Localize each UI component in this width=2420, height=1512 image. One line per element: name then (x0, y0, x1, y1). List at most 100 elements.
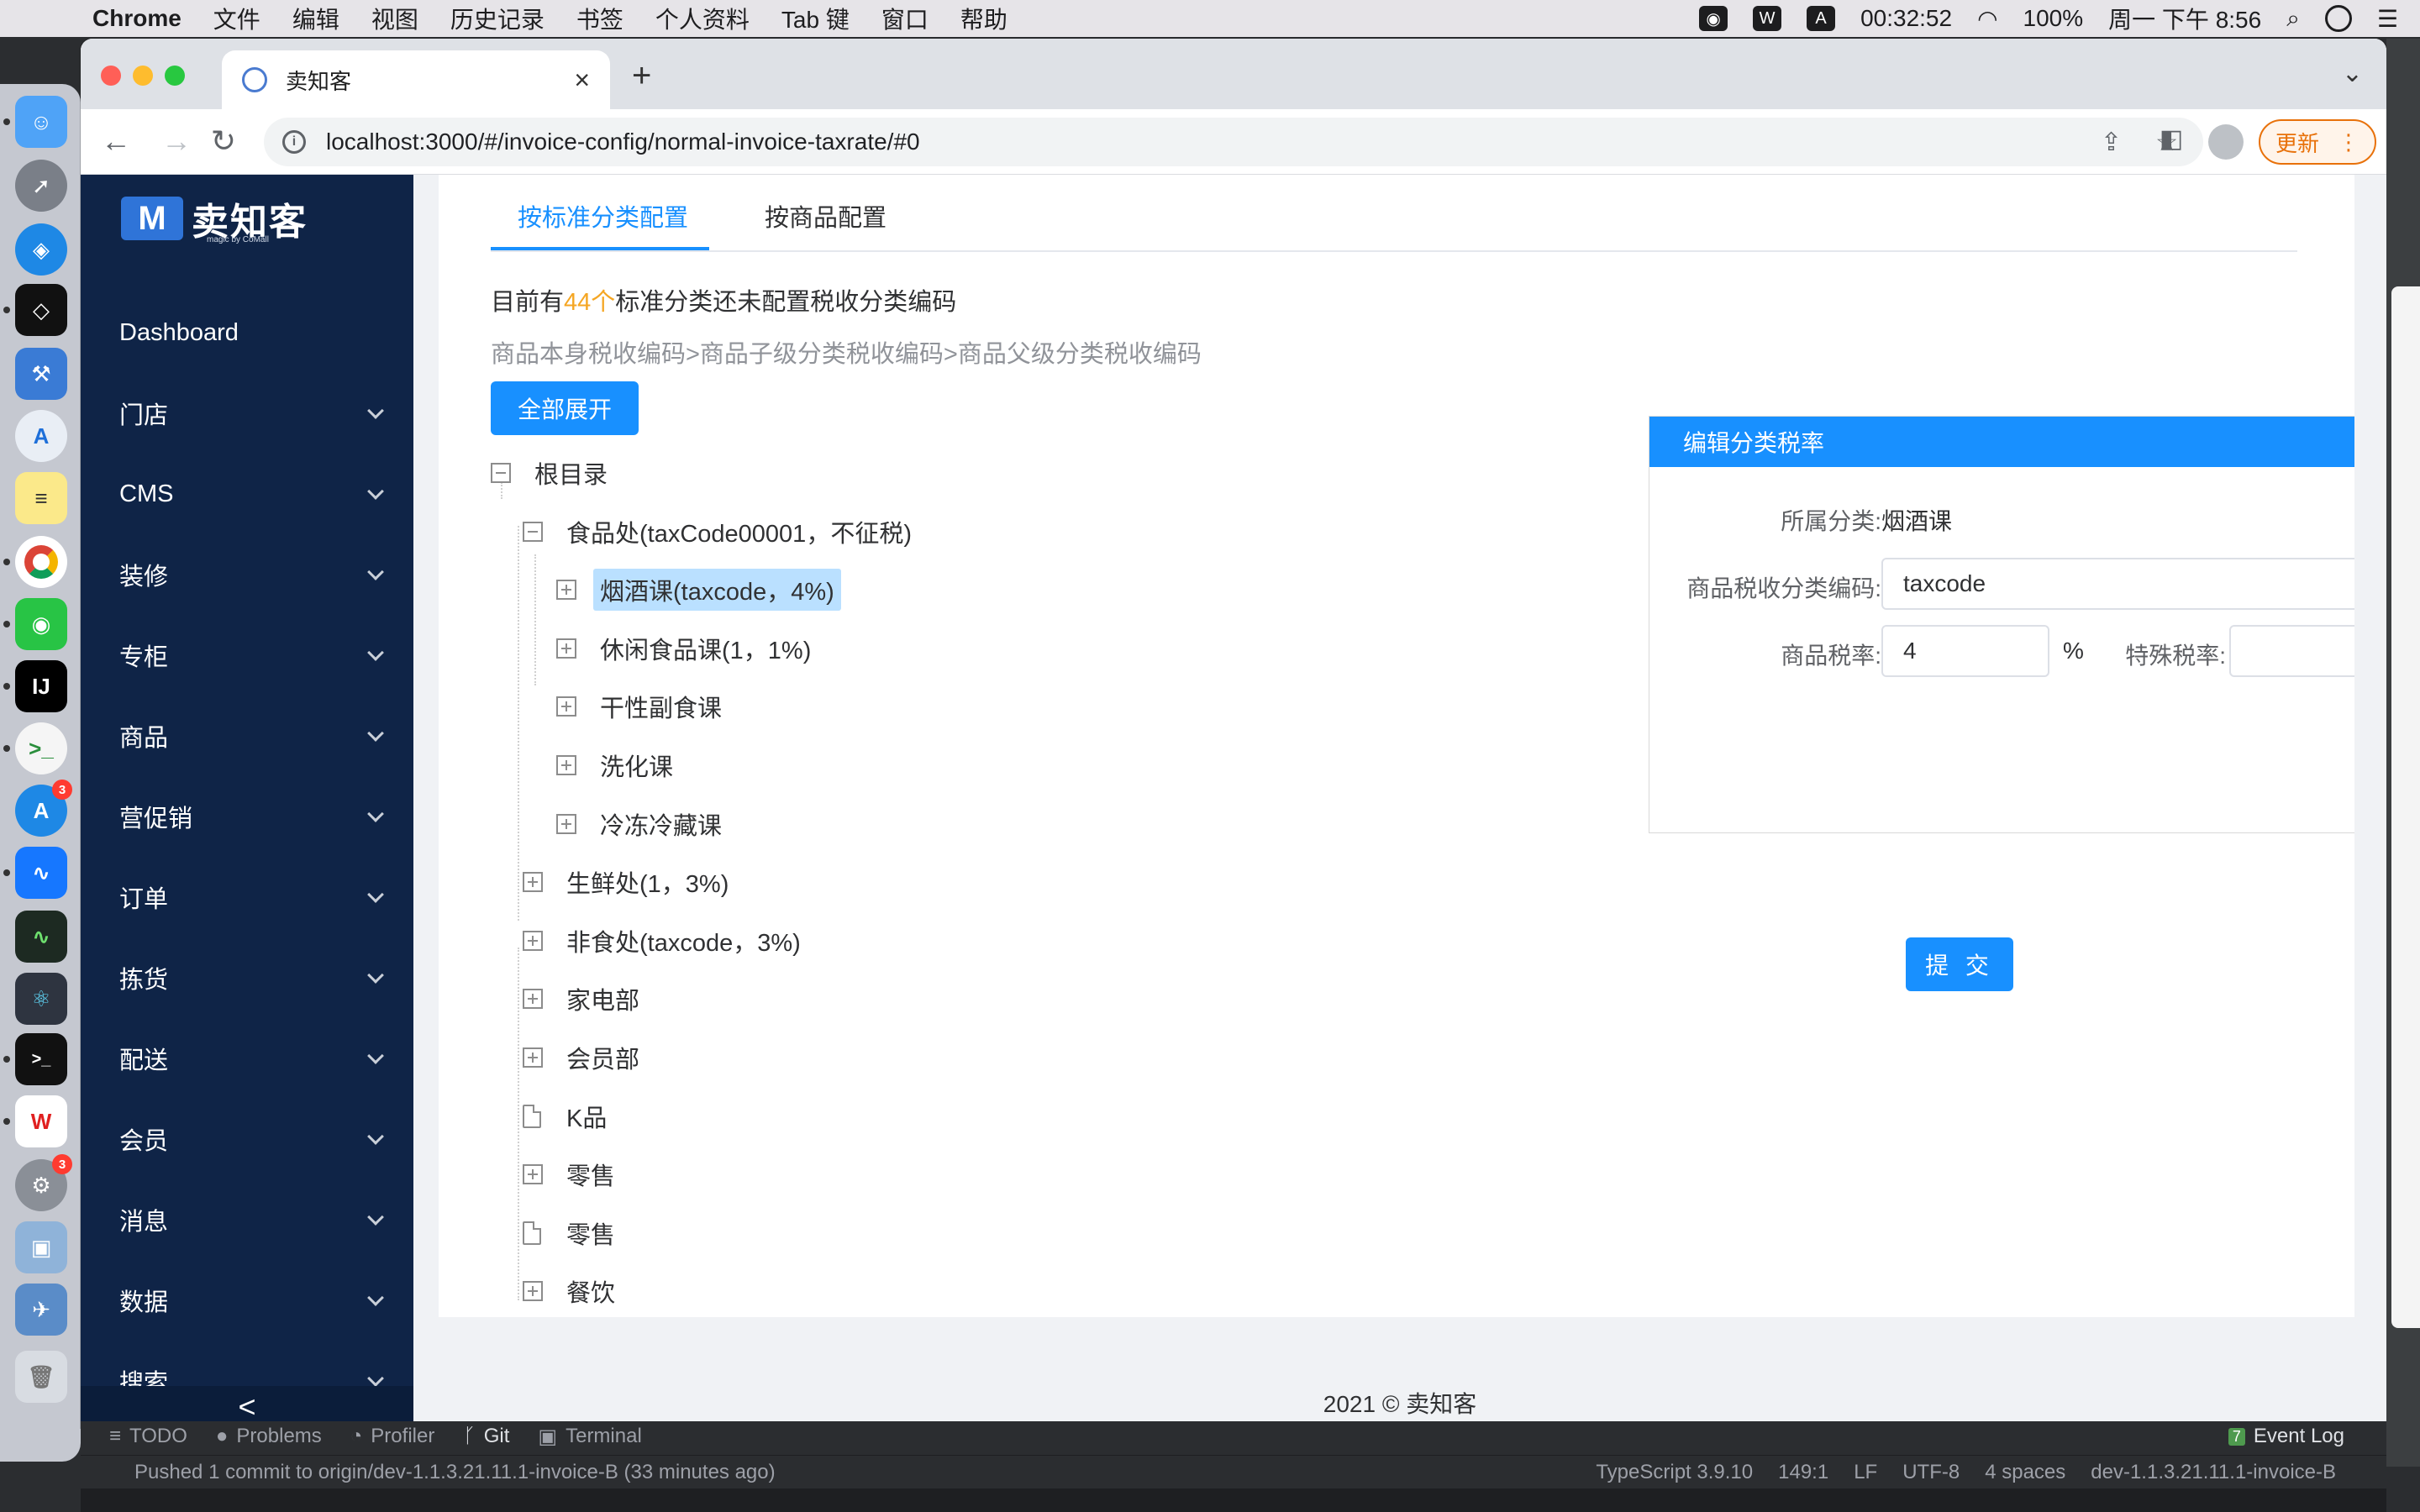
notes-icon[interactable]: ≡ (15, 472, 67, 524)
tree-node-label[interactable]: 洗化课 (600, 748, 673, 783)
ide-tool-terminal[interactable]: ▣ Terminal (538, 1425, 641, 1449)
wps-dock-icon[interactable]: W (15, 1095, 67, 1147)
ide-status-language[interactable]: TypeScript 3.9.10 (1596, 1461, 1753, 1484)
electron-icon[interactable]: ⚛ (15, 973, 67, 1025)
tree-node-label[interactable]: 非食处(taxcode，3%) (566, 923, 801, 958)
collapse-minus-icon[interactable] (523, 521, 543, 542)
intellij-icon[interactable]: IJ (15, 660, 67, 712)
expand-plus-icon[interactable] (523, 1281, 543, 1302)
wechat-dock-icon[interactable]: ◉ (15, 598, 67, 650)
activity-monitor-icon[interactable]: ∿ (15, 911, 67, 963)
menu-profile[interactable]: 个人资料 (655, 2, 750, 35)
tree-node[interactable]: 冷冻冷藏课 (556, 803, 722, 845)
tab-search-chevron-icon[interactable]: ⌄ (2342, 59, 2363, 88)
expand-plus-icon[interactable] (556, 638, 576, 659)
ide-tool-profiler[interactable]: ◔ Profiler (350, 1425, 435, 1448)
tree-node-label[interactable]: 生鲜处(1，3%) (566, 864, 729, 900)
tree-node-label[interactable]: 零售 (566, 1157, 615, 1192)
tree-node-label[interactable]: 冷冻冷藏课 (600, 806, 722, 842)
sidebar-item[interactable]: 订单 (81, 857, 413, 937)
expand-plus-icon[interactable] (523, 872, 543, 893)
close-window-button[interactable] (101, 66, 121, 86)
battery-timer[interactable]: 00:32:52 (1860, 5, 1952, 32)
wps-icon[interactable]: W (1753, 6, 1782, 31)
zoom-window-button[interactable] (165, 66, 185, 86)
menu-history[interactable]: 历史记录 (450, 2, 544, 35)
tab-standard-category[interactable]: 按标准分类配置 (518, 198, 688, 234)
update-button[interactable]: 更新 ⋮ (2259, 119, 2376, 165)
profile-avatar[interactable] (2208, 124, 2244, 160)
expand-plus-icon[interactable] (556, 696, 576, 717)
back-button[interactable]: ← (97, 123, 134, 160)
tree-node-label[interactable]: 根目录 (534, 455, 608, 491)
tree-node[interactable]: 食品处(taxCode00001，不征税) (523, 511, 912, 553)
sidebar-item[interactable]: CMS (81, 454, 413, 534)
browser-tab[interactable]: 卖知客 × (222, 50, 610, 109)
preview-icon[interactable]: ▣ (15, 1221, 67, 1273)
new-tab-button[interactable]: + (632, 57, 651, 95)
clock[interactable]: 周一 下午 8:56 (2108, 2, 2261, 35)
sidebar-item[interactable]: 营促销 (81, 776, 413, 857)
submit-button[interactable]: 提 交 (1906, 937, 2013, 991)
forward-button[interactable]: → (158, 123, 195, 160)
collapse-minus-icon[interactable] (491, 463, 511, 483)
tree-node[interactable]: 干性副食课 (556, 685, 722, 727)
trash-icon[interactable]: 🗑 (15, 1351, 67, 1403)
expand-plus-icon[interactable] (523, 1164, 543, 1185)
expand-plus-icon[interactable] (556, 755, 576, 775)
ide-status-indent[interactable]: 4 spaces (1985, 1461, 2065, 1484)
share-icon[interactable]: ⇪ (2101, 128, 2122, 157)
expand-plus-icon[interactable] (523, 930, 543, 951)
ide-status-encoding[interactable]: UTF-8 (1902, 1461, 1960, 1484)
logo[interactable]: M 卖知客 magic by CoMall (121, 192, 308, 245)
terminal-icon[interactable]: >_ (15, 1033, 67, 1085)
tab-by-product[interactable]: 按商品配置 (765, 198, 886, 234)
finder-icon[interactable]: ☺ (15, 96, 67, 148)
special-rate-select[interactable] (2229, 625, 2354, 677)
menu-bookmarks[interactable]: 书签 (576, 2, 623, 35)
address-bar[interactable]: i localhost:3000/#/invoice-config/normal… (264, 118, 2203, 166)
tree-node[interactable]: 生鲜处(1，3%) (523, 861, 729, 903)
menu-view[interactable]: 视图 (371, 2, 418, 35)
spotlight-icon[interactable]: ⌕ (2286, 5, 2300, 33)
tree-node-label[interactable]: 零售 (566, 1215, 615, 1251)
menu-file[interactable]: 文件 (213, 2, 260, 35)
ide-tool-problems[interactable]: ● Problems (216, 1425, 322, 1448)
safari-icon[interactable]: ◈ (15, 223, 67, 276)
sidebar-item[interactable]: 装修 (81, 534, 413, 615)
expand-plus-icon[interactable] (556, 813, 576, 834)
ide-status-message[interactable]: Pushed 1 commit to origin/dev-1.1.3.21.1… (134, 1461, 776, 1484)
taxcode-input[interactable]: taxcode (1881, 558, 2354, 610)
menu-help[interactable]: 帮助 (960, 2, 1007, 35)
ide-event-log[interactable]: 7 Event Log (2228, 1425, 2344, 1448)
tree-node-label[interactable]: 休闲食品课(1，1%) (600, 631, 811, 666)
ide-status-branch[interactable]: dev-1.1.3.21.11.1-invoice-B (2091, 1461, 2336, 1484)
mail-icon[interactable]: ✈ (15, 1284, 67, 1336)
siri-icon[interactable] (2324, 5, 2352, 32)
sourcetree-icon[interactable]: ◇ (15, 284, 67, 336)
reload-button[interactable]: ↻ (205, 123, 242, 160)
menu-edit[interactable]: 编辑 (292, 2, 339, 35)
sidebar-item[interactable]: 会员 (81, 1099, 413, 1179)
expand-plus-icon[interactable] (523, 1047, 543, 1068)
menu-app-name[interactable]: Chrome (92, 5, 182, 32)
ide-tool-git[interactable]: ᚴ Git (463, 1425, 509, 1448)
expand-plus-icon[interactable] (523, 989, 543, 1010)
wechat-icon[interactable]: ◉ (1699, 6, 1728, 31)
appstore-icon[interactable]: A3 (15, 780, 72, 837)
tree-node[interactable]: 家电部 (523, 978, 639, 1020)
sidebar-item[interactable]: 配送 (81, 1018, 413, 1099)
messages-icon[interactable]: >_ (15, 722, 67, 774)
tree-node[interactable]: 零售 (523, 1153, 615, 1195)
tree-node-label[interactable]: 烟酒课(taxcode，4%) (593, 569, 841, 612)
launchpad-icon[interactable]: ➚ (15, 160, 67, 212)
wifi-icon[interactable]: ◠ (1977, 5, 1997, 33)
close-tab-icon[interactable]: × (574, 65, 590, 96)
menu-window[interactable]: 窗口 (881, 2, 929, 35)
tree-node-label[interactable]: 餐饮 (566, 1273, 615, 1309)
tree-node-label[interactable]: 家电部 (566, 981, 639, 1016)
chrome-icon[interactable] (15, 536, 67, 588)
tree-node[interactable]: 餐饮 (523, 1270, 615, 1312)
sidebar-item[interactable]: 拣货 (81, 937, 413, 1018)
expand-plus-icon[interactable] (556, 580, 576, 601)
